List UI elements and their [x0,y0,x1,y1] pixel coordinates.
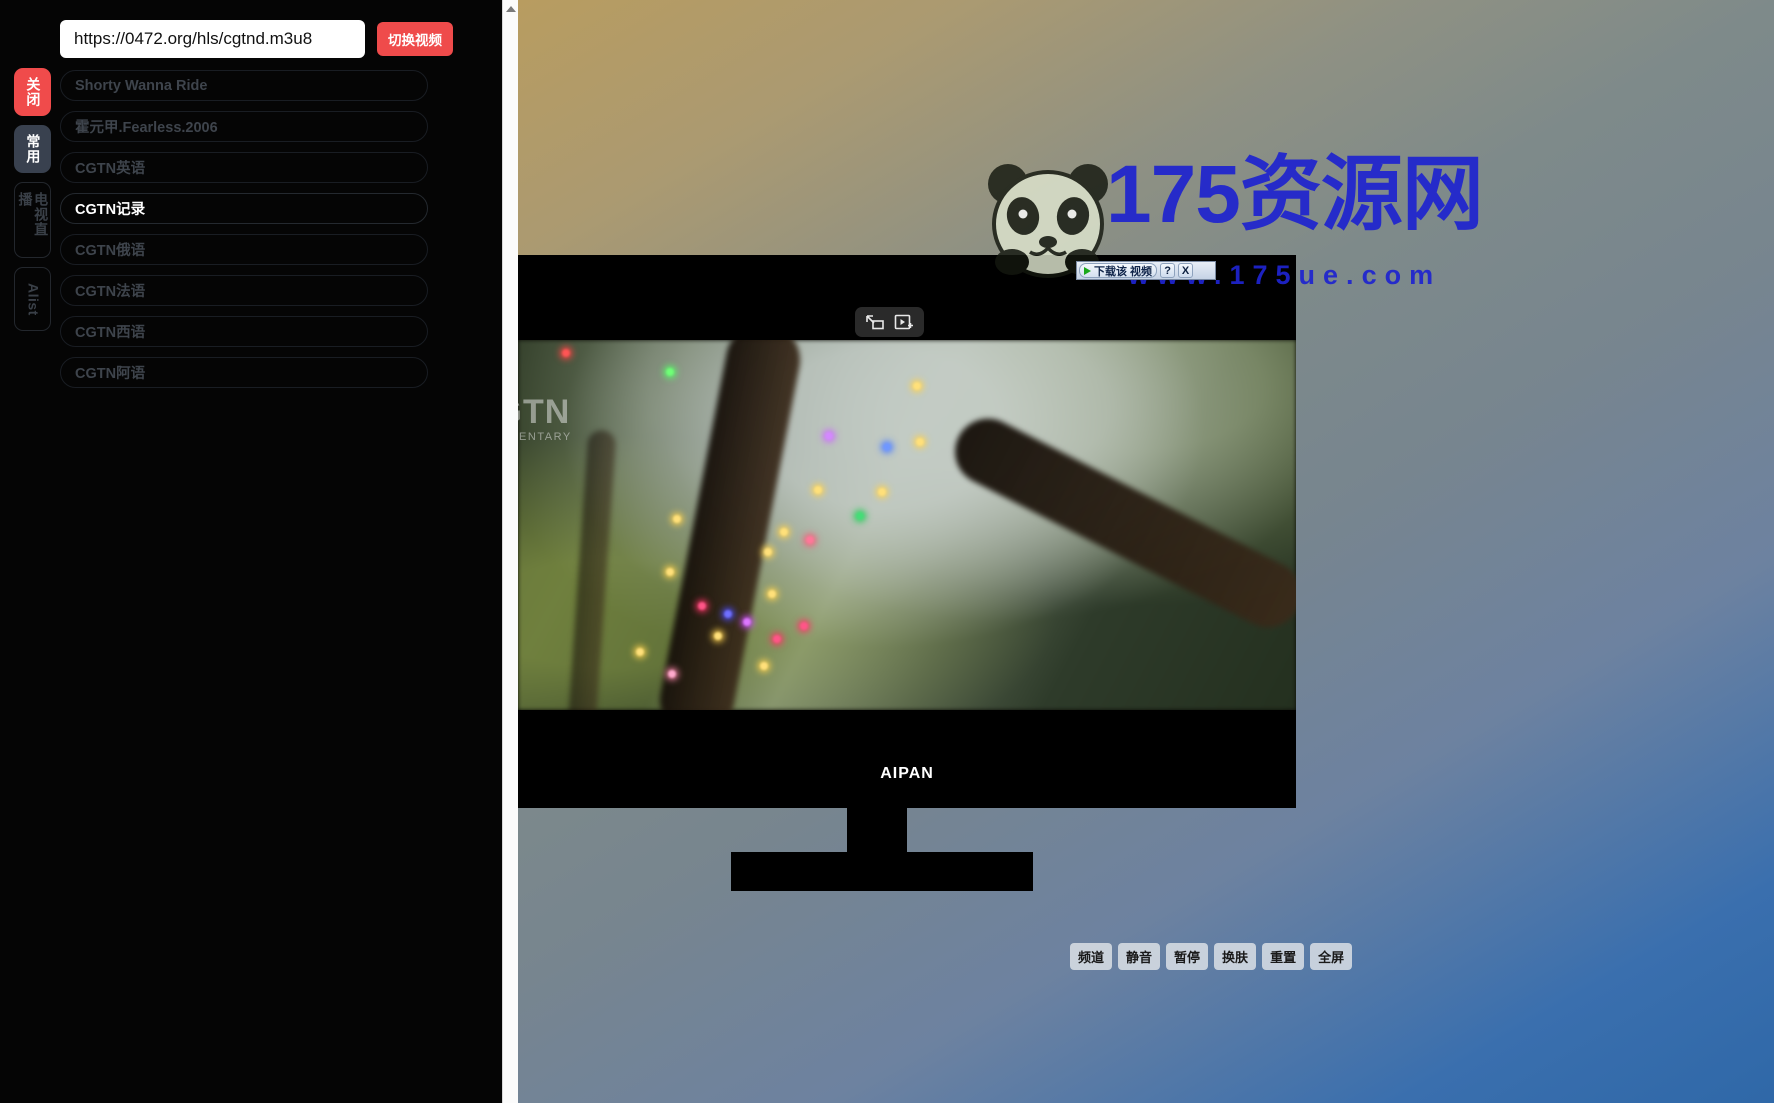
close-toolbar-button[interactable]: X [1178,263,1194,278]
fairy-light [743,618,751,626]
fairy-light [562,349,570,357]
fairy-light [800,622,808,630]
play-triangle-icon [1084,266,1091,275]
fairy-light [668,670,676,678]
mute-button[interactable]: 静音 [1118,943,1161,970]
side-tab-live-tv[interactable]: 电视直播 [14,182,51,258]
switch-video-button[interactable]: 切换视频 [377,22,453,56]
list-item[interactable]: CGTN西语 [60,316,428,347]
download-toolbar: 下载该 视频 ? X [1076,261,1216,280]
fairy-light [698,602,706,610]
cast-video-icon[interactable] [893,313,915,331]
side-tab-close[interactable]: 关闭 [14,68,51,116]
pause-button[interactable]: 暂停 [1166,943,1209,970]
tv-stand-base [731,852,1033,891]
url-input[interactable] [60,20,365,58]
main-stage: 下载该 视频 ? X TN ENTARY AIPAN 175资源网 www.17… [518,0,1774,1103]
channel-button[interactable]: 频道 [1070,943,1113,970]
side-tab-alist[interactable]: Alist [14,267,51,331]
fairy-light [825,432,833,440]
fairy-light [878,488,886,496]
tv-brand-label: AIPAN [880,765,934,782]
list-item[interactable]: CGTN俄语 [60,234,428,265]
fairy-light [913,382,921,390]
fairy-light [856,512,864,520]
list-item[interactable]: CGTN法语 [60,275,428,306]
list-item[interactable]: 霍元甲.Fearless.2006 [60,111,428,142]
fairy-light [714,632,722,640]
fairy-light [916,438,924,446]
fairy-light [806,536,814,544]
channel-list: Shorty Wanna Ride 霍元甲.Fearless.2006 CGTN… [60,70,428,388]
fairy-light [636,648,644,656]
list-item[interactable]: CGTN英语 [60,152,428,183]
fairy-light [666,368,674,376]
fairy-light [673,515,681,523]
tv-frame: 下载该 视频 ? X TN ENTARY AIPAN [518,255,1296,891]
fairy-light [883,443,891,451]
fullscreen-button[interactable]: 全屏 [1310,943,1353,970]
url-row: 切换视频 [60,20,453,58]
reset-button[interactable]: 重置 [1262,943,1305,970]
fairy-light [768,590,776,598]
left-panel: 切换视频 关闭 常用 电视直播 Alist Shorty Wanna Ride … [0,0,502,1103]
list-item-selected[interactable]: CGTN记录 [60,193,428,224]
picture-in-picture-icon[interactable] [864,313,886,331]
skin-button[interactable]: 换肤 [1214,943,1257,970]
fairy-light [773,635,781,643]
fairy-light [814,486,822,494]
download-video-button[interactable]: 下载该 视频 [1079,263,1158,278]
video-surface[interactable]: CGTN DOCUMENTARY [518,340,1296,710]
fairy-light [764,548,772,556]
fairy-light [666,568,674,576]
scroll-up-arrow-icon[interactable] [506,6,516,12]
list-item[interactable]: Shorty Wanna Ride [60,70,428,101]
player-control-bar: 频道 静音 暂停 换肤 重置 全屏 [1070,943,1353,970]
fairy-light [724,610,732,618]
player-overlay-controls [855,307,924,337]
fairy-light [780,528,788,536]
help-button[interactable]: ? [1160,263,1176,278]
side-tab-strip: 关闭 常用 电视直播 Alist [14,68,51,331]
vertical-scrollbar[interactable] [502,0,518,1103]
list-item[interactable]: CGTN阿语 [60,357,428,388]
fairy-light [760,662,768,670]
side-tab-favorites[interactable]: 常用 [14,125,51,173]
site-watermark-name: 175资源网 [1106,149,1484,240]
download-video-label: 下载该 视频 [1094,265,1153,278]
app-root: 切换视频 关闭 常用 电视直播 Alist Shorty Wanna Ride … [0,0,1774,1103]
